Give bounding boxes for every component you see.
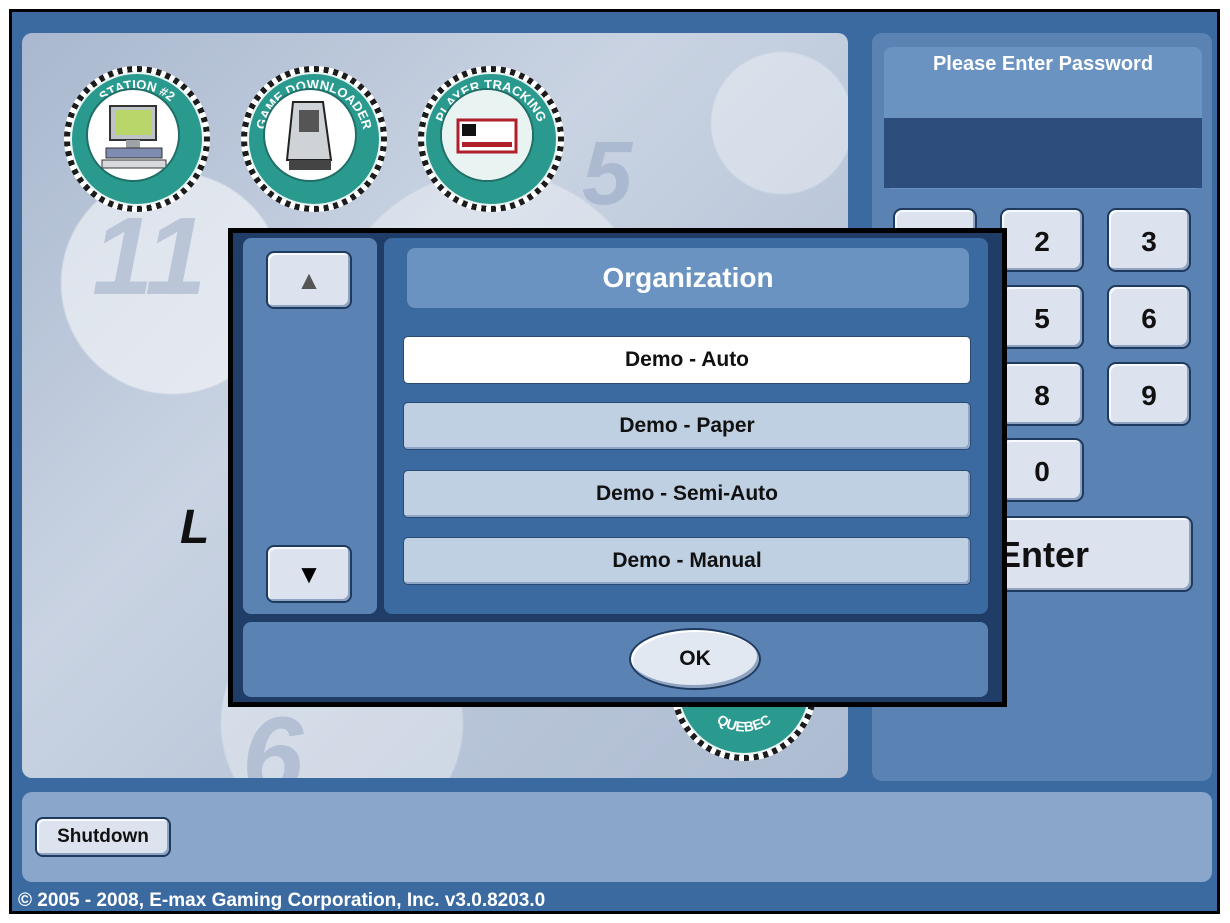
station-seal-button[interactable]: STATION #2: [64, 66, 210, 212]
game-downloader-seal-button[interactable]: GAME DOWNLOADER: [241, 66, 387, 212]
password-prompt-box: Please Enter Password: [884, 47, 1202, 189]
quebec-seal-label: QUEBEC: [714, 711, 773, 735]
triangle-up-icon: ▲: [296, 265, 322, 295]
dialog-button-bar: [243, 622, 988, 697]
player-card-icon: [440, 88, 534, 182]
player-tracking-seal-button[interactable]: PLAYER TRACKING: [418, 66, 564, 212]
password-field[interactable]: [884, 118, 1202, 188]
bottom-bar: [22, 792, 1212, 882]
scroll-up-button[interactable]: ▲: [266, 251, 352, 309]
list-item[interactable]: Demo - Paper: [403, 402, 971, 450]
background-number-11: 11: [92, 195, 207, 318]
list-item[interactable]: Demo - Semi-Auto: [403, 470, 971, 518]
svg-text:QUEBEC: QUEBEC: [714, 711, 773, 735]
list-item[interactable]: Demo - Manual: [403, 537, 971, 585]
key-0[interactable]: 0: [1000, 438, 1084, 502]
scroll-down-button[interactable]: ▼: [266, 545, 352, 603]
ok-button[interactable]: OK: [629, 628, 761, 690]
key-3[interactable]: 3: [1107, 208, 1191, 272]
key-2[interactable]: 2: [1000, 208, 1084, 272]
key-6[interactable]: 6: [1107, 285, 1191, 349]
triangle-down-icon: ▼: [296, 559, 322, 589]
background-number-5: 5: [582, 124, 633, 224]
key-8[interactable]: 8: [1000, 362, 1084, 426]
copyright-text: © 2005 - 2008, E-max Gaming Corporation,…: [18, 890, 546, 911]
game-machine-icon: [263, 88, 357, 182]
shutdown-button[interactable]: Shutdown: [35, 817, 171, 857]
dialog-title: Organization: [407, 248, 969, 308]
computer-icon: [86, 88, 180, 182]
password-prompt-label: Please Enter Password: [932, 53, 1154, 75]
key-9[interactable]: 9: [1107, 362, 1191, 426]
list-item[interactable]: Demo - Auto: [403, 336, 971, 384]
logo-fragment: L: [180, 501, 210, 554]
key-5[interactable]: 5: [1000, 285, 1084, 349]
